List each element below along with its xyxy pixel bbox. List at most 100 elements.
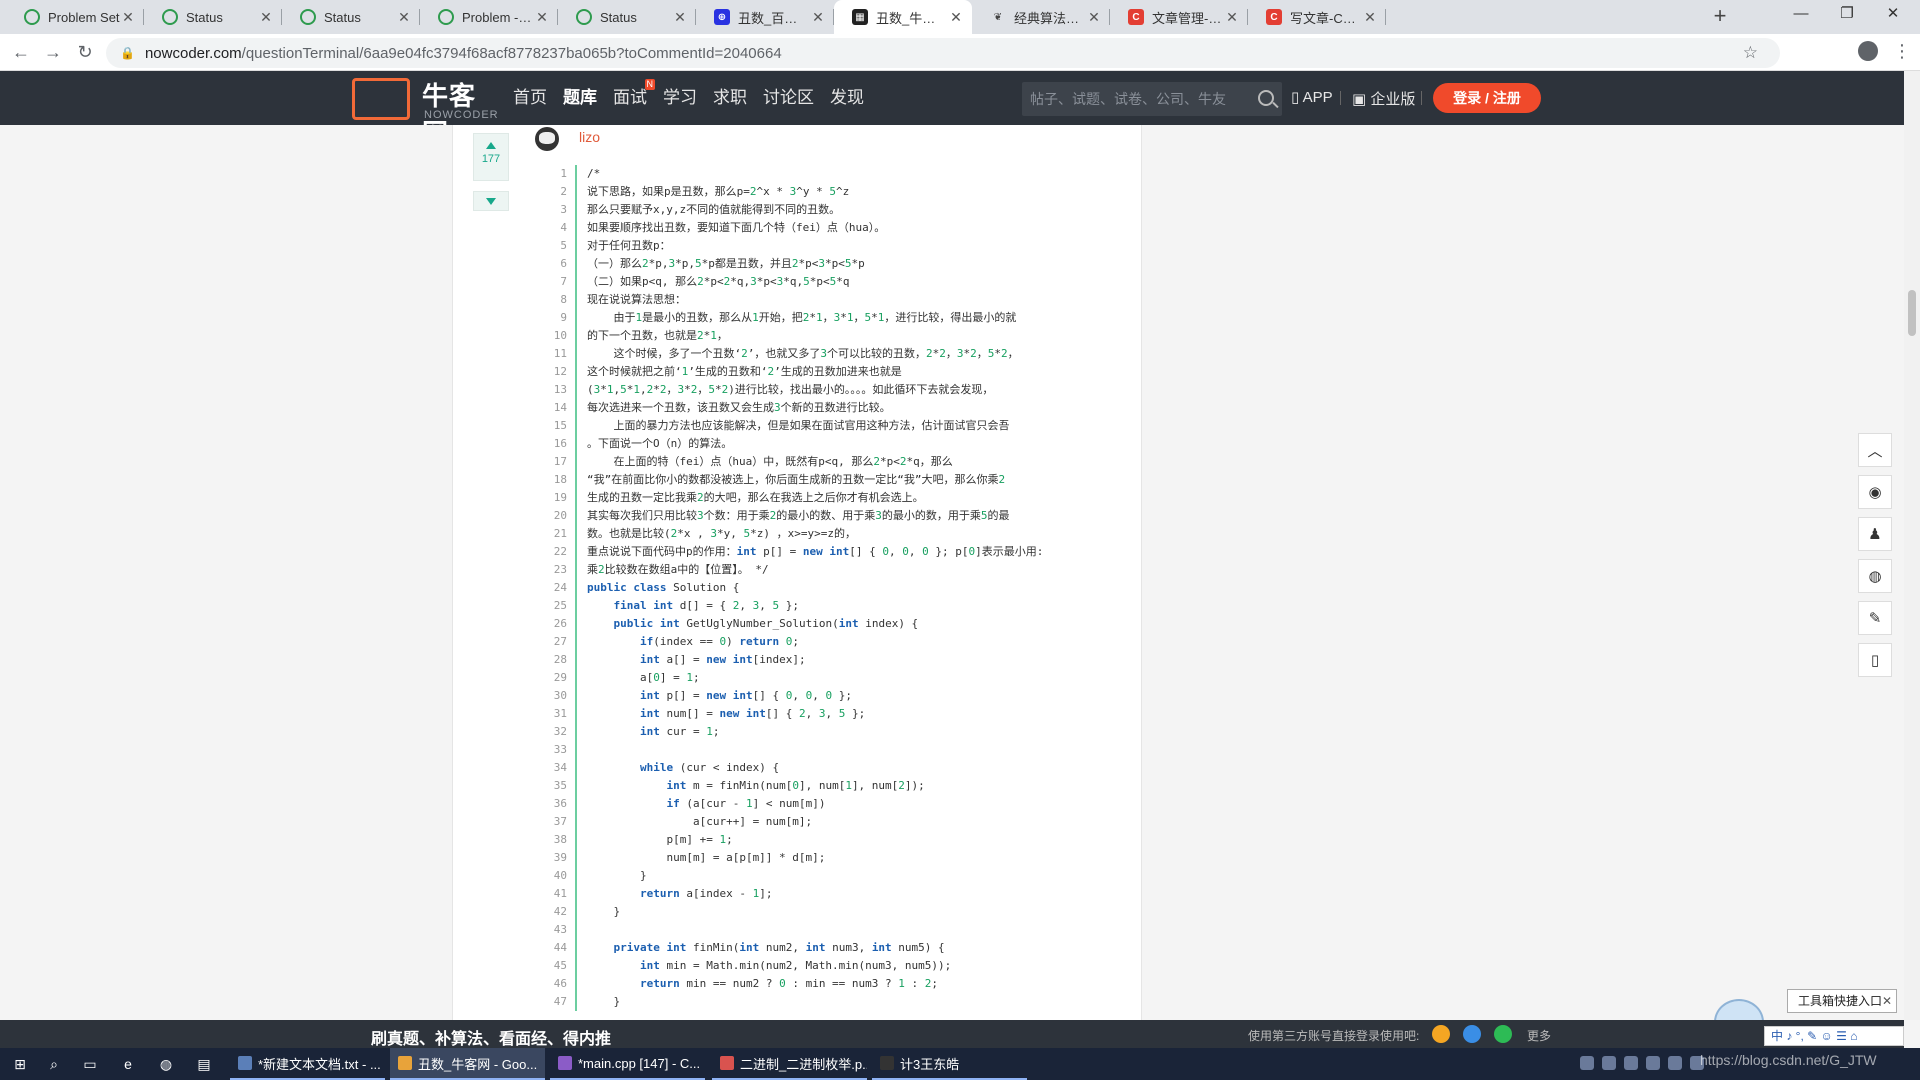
browser-tab[interactable]: ⊕ 丑数_百度搜索✕ [696,0,834,34]
page-scrollbar[interactable] [1904,71,1920,1020]
more-login-link[interactable]: 更多 [1527,1027,1551,1044]
taskbar-app[interactable]: *新建文本文档.txt - ... [230,1048,385,1080]
taskbar-app[interactable]: *main.cpp [147] - C... [550,1048,705,1080]
code-keyword: int [639,959,660,972]
browser-tab[interactable]: Status ✕ [282,0,420,34]
code-keyword: int [639,707,660,720]
app-icon[interactable]: ◍ [156,1054,176,1074]
taskbar-app[interactable]: 计3王东皓 [872,1048,1027,1080]
wechat-icon[interactable]: ◍ [1858,559,1892,593]
new-tab-button[interactable]: + [1708,5,1732,28]
close-tab-icon[interactable]: ✕ [810,9,826,26]
site-search-input[interactable]: 帖子、试题、试卷、公司、牛友 [1022,82,1282,116]
minimize-button[interactable]: — [1778,0,1824,30]
browser-tab[interactable]: Status ✕ [144,0,282,34]
nav-item[interactable]: 学习 [655,71,705,125]
tray-icon[interactable] [1668,1056,1682,1070]
close-tab-icon[interactable]: ✕ [534,9,550,26]
line-text: int p[] = new int[] { 0, 0, 0 }; [639,689,852,702]
code-line: 44 private int finMin(int num2, int num3… [533,939,1133,957]
qq-icon[interactable]: ♟ [1858,517,1892,551]
close-tab-icon[interactable]: ✕ [120,9,136,26]
search-icon[interactable]: ⌕ [44,1054,64,1074]
browser-tab[interactable]: C 写文章-CSDN博客✕ [1248,0,1386,34]
line-number: 32 [553,725,567,738]
bookmark-star-icon[interactable]: ☆ [1743,43,1758,63]
nav-item[interactable]: 题库 [555,71,605,125]
app-link[interactable]: ▯ APP [1291,88,1333,106]
nav-item[interactable]: 发现 [822,71,872,125]
restore-button[interactable]: ❐ [1824,0,1870,30]
weibo-icon[interactable]: ◉ [1858,475,1892,509]
code-block: 1/* 2 说下思路，如果p是丑数，那么p=2^x * 3^y * 5^z 3 那么只要… [533,165,1133,1020]
line-text: if(index == 0) return 0; [639,635,799,648]
browser-menu-icon[interactable]: ⋮ [1893,40,1911,62]
reload-icon[interactable]: ↻ [72,40,98,66]
browser-tab[interactable]: ▦ 丑数_牛客网 ✕ [834,0,972,34]
close-tab-icon[interactable]: ✕ [1086,9,1102,26]
windows-start-icon[interactable]: ⊞ [10,1054,30,1074]
browser-tab[interactable]: C 文章管理-CSDN博✕ [1110,0,1248,34]
browser-tab[interactable]: ❦ 经典算法详解（9）✕ [972,0,1110,34]
taskbar-app[interactable]: 二进制_二进制枚举.p... [712,1048,867,1080]
browser-tab[interactable]: Status ✕ [558,0,696,34]
line-number: 3 [560,203,567,216]
code-keyword: new [706,689,727,702]
nav-item[interactable]: 讨论区 [755,71,822,125]
close-tab-icon[interactable]: ✕ [258,9,274,26]
nav-item-label: 求职 [713,88,747,107]
close-tab-icon[interactable]: ✕ [1362,9,1378,26]
toolbox-tip[interactable]: 工具箱快捷入口 ✕ [1787,989,1897,1013]
nowcoder-logo[interactable]: 牛客网 NOWCODER [352,76,502,148]
close-window-button[interactable]: ✕ [1870,0,1916,30]
qq-login-icon[interactable] [1463,1025,1481,1043]
tray-icon[interactable] [1602,1056,1616,1070]
close-tab-icon[interactable]: ✕ [948,9,964,26]
back-to-top-icon[interactable]: ︿ [1858,433,1892,467]
wechat-login-icon[interactable] [1494,1025,1512,1043]
nav-item[interactable]: 求职 [705,71,755,125]
browser-tab[interactable]: Problem Set ✕ [6,0,144,34]
enterprise-link[interactable]: ▣ 企业版 [1352,88,1415,109]
line-text: 如果要顺序找出丑数，要知道下面几个特（fei）点（hua）。 [587,221,886,234]
tray-icon[interactable] [1646,1056,1660,1070]
code-line: 4 如果要顺序找出丑数，要知道下面几个特（fei）点（hua）。 [533,219,1133,237]
mobile-icon[interactable]: ▯ [1858,643,1892,677]
username[interactable]: lizo [579,129,600,145]
search-icon[interactable] [1258,90,1274,106]
tray-icon[interactable] [1580,1056,1594,1070]
close-tab-icon[interactable]: ✕ [672,9,688,26]
arrow-down-icon [486,198,496,205]
lock-icon: 🔒 [120,46,135,60]
code-number: 5 [772,599,780,612]
browser-tab[interactable]: Problem - 574✕ [420,0,558,34]
forward-arrow-icon[interactable]: → [40,40,66,66]
downvote-button[interactable] [473,191,509,211]
edit-icon[interactable]: ✎ [1858,601,1892,635]
tray-icon[interactable] [1624,1056,1638,1070]
line-text: final int d[] = { 2, 3, 5 }; [613,599,799,612]
edge-icon[interactable]: e [118,1054,138,1074]
taskbar-app[interactable]: 丑数_牛客网 - Goo... [390,1048,545,1080]
close-tab-icon[interactable]: ✕ [1224,9,1240,26]
ime-toolbar[interactable]: 中 ♪ °, ✎ ☺ ☰ ⌂ [1764,1026,1904,1046]
upvote-button[interactable]: 177 [473,133,509,181]
profile-avatar-icon[interactable] [1858,41,1878,61]
file-explorer-icon[interactable]: ▤ [194,1054,214,1074]
nav-item[interactable]: 面试 N [605,71,655,125]
login-register-button[interactable]: 登录 / 注册 [1433,83,1541,113]
address-bar[interactable]: 🔒 nowcoder.com /questionTerminal/6aa9e04… [106,38,1780,68]
code-number: 2 [802,311,810,324]
browser-tab-strip: + — ❐ ✕ Problem Set ✕ Status ✕ Status ✕ Proble… [0,0,1920,34]
scrollbar-thumb[interactable] [1908,290,1916,336]
code-line: 9 由于1是最小的丑数，那么从1开始，把2*1，3*1，5*1，进行比较，得出最… [533,309,1133,327]
task-view-icon[interactable]: ▭ [80,1054,100,1074]
back-arrow-icon[interactable]: ← [8,40,34,66]
weibo-login-icon[interactable] [1432,1025,1450,1043]
tab-label: 经典算法详解（9） [1014,10,1086,26]
close-icon[interactable]: ✕ [1882,990,1892,1012]
user-avatar[interactable] [535,127,559,151]
nav-item[interactable]: 首页 [505,71,555,125]
windows-taskbar: ⊞ ⌕ ▭ e ◍ ▤ *新建文本文档.txt - ... 丑数_牛客网 - Go… [0,1048,1920,1080]
close-tab-icon[interactable]: ✕ [396,9,412,26]
